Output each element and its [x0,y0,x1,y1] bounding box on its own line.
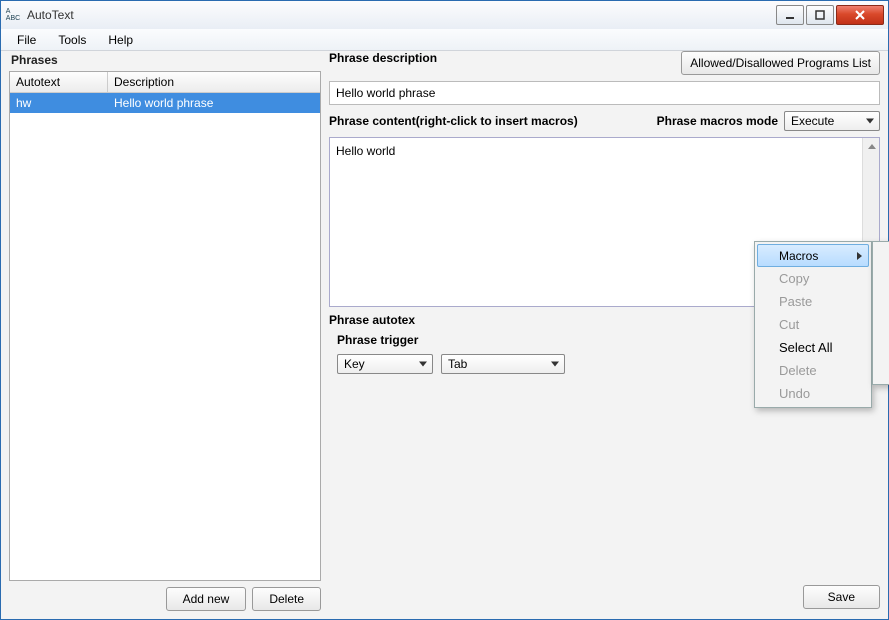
phrases-table[interactable]: Autotext Description hw Hello world phra… [9,71,321,581]
submenu-random-number-macros[interactable]: Random Number Macros [875,313,889,336]
submenu-random-text-macros[interactable]: Random Text Macros [875,290,889,313]
phrase-content-text: Hello world [336,144,395,158]
ctx-cut[interactable]: Cut [757,313,869,336]
ctx-paste[interactable]: Paste [757,290,869,313]
phrase-content-label: Phrase content(right-click to insert mac… [329,114,578,128]
trigger-key-select[interactable]: Tab [441,354,565,374]
scroll-up-icon[interactable] [863,138,880,155]
col-autotext[interactable]: Autotext [10,72,108,92]
macros-mode-select[interactable]: Execute [784,111,880,131]
cell-autotext: hw [10,93,108,113]
trigger-type-select[interactable]: Key [337,354,433,374]
submenu-datetime-macros[interactable]: Date And Time Macros [875,267,889,290]
menu-tools[interactable]: Tools [48,31,96,49]
phrases-title: Phrases [9,51,321,71]
submenu-key-macros[interactable]: Key Macros [875,244,889,267]
save-button[interactable]: Save [803,585,880,609]
ctx-undo[interactable]: Undo [757,382,869,405]
add-new-button[interactable]: Add new [166,587,247,611]
menu-help[interactable]: Help [98,31,143,49]
minimize-button[interactable] [776,5,804,25]
context-submenu: Key Macros Date And Time Macros Random T… [872,241,889,385]
ctx-copy[interactable]: Copy [757,267,869,290]
titlebar: AABC AutoText [1,1,888,29]
delete-button[interactable]: Delete [252,587,321,611]
phrase-autotext-label: Phrase autotex [329,313,415,327]
macros-mode-label: Phrase macros mode [657,114,778,128]
close-button[interactable] [836,5,884,25]
phrase-description-label: Phrase description [329,51,437,65]
table-row[interactable]: hw Hello world phrase [10,93,320,113]
col-description[interactable]: Description [108,72,320,92]
phrase-description-input[interactable]: Hello world phrase [329,81,880,105]
phrases-header: Autotext Description [10,72,320,93]
ctx-select-all[interactable]: Select All [757,336,869,359]
ctx-delete[interactable]: Delete [757,359,869,382]
submenu-insert-file-macros[interactable]: Insert File Contents Macros [875,336,889,359]
maximize-button[interactable] [806,5,834,25]
context-menu: Macros Copy Paste Cut Select All Delete … [754,241,872,408]
chevron-right-icon [857,252,862,260]
menu-file[interactable]: File [7,31,46,49]
app-window: AABC AutoText File Tools Help Phrases Au… [0,0,889,620]
app-title: AutoText [27,8,74,22]
ctx-macros[interactable]: Macros [757,244,869,267]
app-icon: AABC [5,7,21,23]
menubar: File Tools Help [1,29,888,51]
allowed-programs-button[interactable]: Allowed/Disallowed Programs List [681,51,880,75]
cell-description: Hello world phrase [108,93,320,113]
submenu-env-macros[interactable]: Environment Variable Macros [875,359,889,382]
